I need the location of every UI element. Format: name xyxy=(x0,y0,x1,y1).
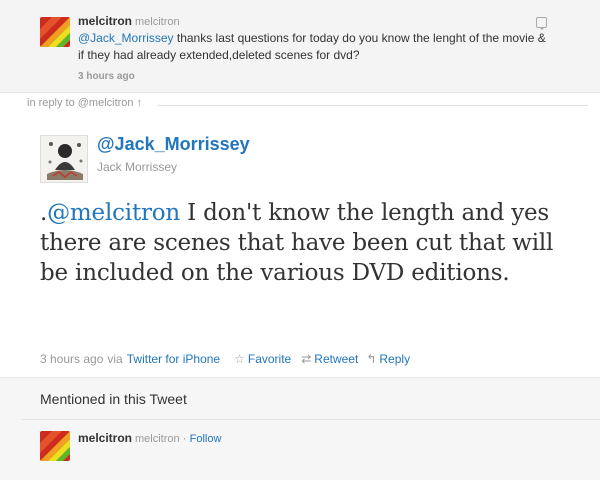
retweet-label: Retweet xyxy=(314,352,359,366)
reply-label: Reply xyxy=(379,352,411,366)
follow-button[interactable]: Follow xyxy=(190,433,222,445)
tweet-meta-row: 3 hours ago via Twitter for iPhone ☆ Fav… xyxy=(40,352,410,366)
in-reply-divider xyxy=(158,105,588,106)
melcitron-avatar[interactable] xyxy=(40,17,70,47)
star-icon: ☆ xyxy=(234,352,245,366)
reply-arrow-icon: ↰ xyxy=(366,352,377,366)
tweet-mention-link[interactable]: @melcitron xyxy=(47,200,180,226)
in-reply-tweet-text: @Jack_Morrissey thanks last questions fo… xyxy=(78,30,548,64)
reply-button[interactable]: ↰ Reply xyxy=(366,352,410,366)
in-reply-user-name[interactable]: melcitron xyxy=(78,14,132,28)
tweet-text: .@melcitron I don't know the length and … xyxy=(40,198,560,288)
tweet-timestamp[interactable]: 3 hours ago xyxy=(40,352,103,366)
via-label: via xyxy=(107,352,123,366)
in-reply-user-line: melcitron melcitron xyxy=(78,14,180,28)
mentioned-divider xyxy=(22,419,600,420)
mentioned-user-name[interactable]: melcitron xyxy=(78,431,132,445)
author-full-name[interactable]: Jack Morrissey xyxy=(97,160,177,174)
favorite-label: Favorite xyxy=(247,352,292,366)
in-reply-timestamp[interactable]: 3 hours ago xyxy=(78,71,135,82)
separator-dot: · xyxy=(182,431,187,445)
mentioned-screen-name[interactable]: melcitron xyxy=(135,433,180,445)
in-reply-mention-link[interactable]: @Jack_Morrissey xyxy=(78,31,174,45)
retweet-icon: ⇄ xyxy=(301,352,312,366)
speech-bubble-icon[interactable] xyxy=(536,17,547,30)
mentioned-title: Mentioned in this Tweet xyxy=(40,391,187,407)
in-reply-to-tweet[interactable]: melcitron melcitron @Jack_Morrissey thank… xyxy=(0,0,600,93)
retweet-button[interactable]: ⇄ Retweet xyxy=(301,352,358,366)
mentioned-user-avatar[interactable] xyxy=(40,431,70,461)
favorite-button[interactable]: ☆ Favorite xyxy=(234,352,291,366)
mentioned-users-panel: Mentioned in this Tweet melcitron melcitr… xyxy=(0,377,600,480)
author-handle[interactable]: @Jack_Morrissey xyxy=(97,134,250,155)
jack-morrissey-avatar[interactable] xyxy=(40,135,88,183)
tweet-source-link[interactable]: Twitter for iPhone xyxy=(127,352,220,366)
in-reply-to-label[interactable]: in reply to @melcitron ↑ xyxy=(27,97,142,109)
mentioned-user-line: melcitron melcitron · Follow xyxy=(78,431,221,445)
in-reply-screen-name[interactable]: melcitron xyxy=(135,16,180,28)
